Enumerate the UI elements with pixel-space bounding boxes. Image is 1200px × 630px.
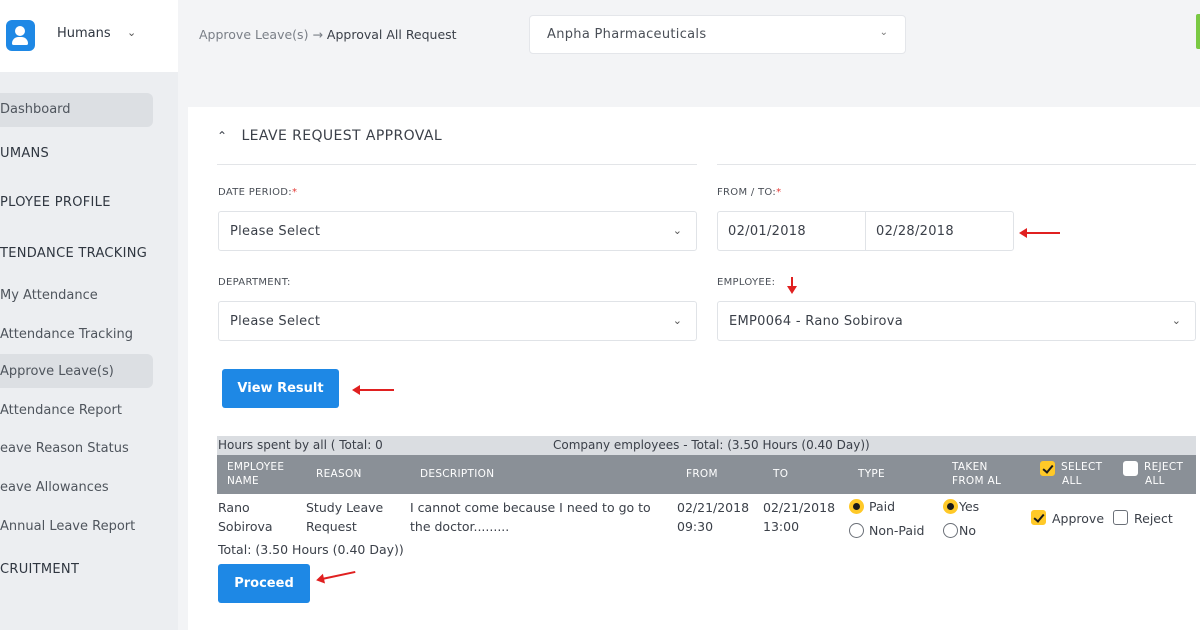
sidebar-item-approve-leaves[interactable]: Approve Leave(s) xyxy=(0,364,114,379)
employee-label: EMPLOYEE: xyxy=(717,277,776,288)
sidebar-item-attendance-tracking[interactable]: Attendance Tracking xyxy=(0,327,133,342)
select-all-checkbox[interactable] xyxy=(1040,461,1055,476)
department-label: DEPARTMENT: xyxy=(218,277,291,288)
sidebar-item-leave-reason-status[interactable]: eave Reason Status xyxy=(0,441,129,456)
annotation-arrow xyxy=(1019,228,1060,238)
header-reason: REASON xyxy=(316,468,362,480)
header-employee-name: EMPLOYEE NAME xyxy=(227,461,285,487)
cell-to: 02/21/2018 13:00 xyxy=(763,500,836,534)
from-to-label: FROM / TO:* xyxy=(717,187,782,198)
header-select-all: SELECT ALL xyxy=(1061,461,1103,487)
hours-total-all: Hours spent by all ( Total: 0 xyxy=(218,438,383,452)
company-select[interactable]: Anpha Pharmaceuticals ⌄ xyxy=(529,15,906,54)
header-description: DESCRIPTION xyxy=(420,468,495,480)
header-type: TYPE xyxy=(858,468,885,480)
department-select[interactable]: Please Select ⌄ xyxy=(218,301,697,341)
employee-value: EMP0064 - Rano Sobirova xyxy=(729,314,903,329)
type-paid-radio[interactable] xyxy=(849,499,864,514)
employee-select[interactable]: EMP0064 - Rano Sobirova ⌄ xyxy=(717,301,1196,341)
sidebar-section-humans[interactable]: UMANS xyxy=(0,146,49,161)
taken-no-radio[interactable] xyxy=(943,523,958,538)
chevron-down-icon: ⌄ xyxy=(672,224,682,237)
cell-from: 02/21/2018 09:30 xyxy=(677,500,750,534)
proceed-button[interactable]: Proceed xyxy=(218,564,310,603)
sidebar-section-recruitment[interactable]: CRUITMENT xyxy=(0,562,79,577)
to-date-input[interactable]: 02/28/2018 xyxy=(865,211,1014,251)
app-name: Humans xyxy=(57,26,111,41)
header-from: FROM xyxy=(686,468,718,480)
reject-all-checkbox[interactable] xyxy=(1123,461,1138,476)
department-value: Please Select xyxy=(230,314,321,329)
cell-employee-name: Rano Sobirova xyxy=(218,500,273,534)
reject-label[interactable]: Reject xyxy=(1134,509,1173,528)
sidebar-item-my-attendance[interactable]: My Attendance xyxy=(0,288,98,303)
chevron-down-icon: ⌄ xyxy=(879,27,888,38)
date-period-select[interactable]: Please Select ⌄ xyxy=(218,211,697,251)
app-switcher[interactable]: Humans ⌄ xyxy=(0,0,178,72)
approve-label[interactable]: Approve xyxy=(1052,509,1104,528)
header-reject-all: REJECT ALL xyxy=(1144,461,1184,487)
header-to: TO xyxy=(773,468,789,480)
view-result-button[interactable]: View Result xyxy=(222,369,339,408)
chevron-down-icon[interactable]: ⌄ xyxy=(127,26,136,39)
breadcrumb: Approve Leave(s) → Approval All Request xyxy=(199,27,457,42)
breadcrumb-current: Approval All Request xyxy=(326,27,457,42)
approve-checkbox[interactable] xyxy=(1031,510,1046,525)
user-profile-icon xyxy=(6,20,35,51)
type-paid-label[interactable]: Paid xyxy=(869,497,895,516)
chevron-down-icon: ⌄ xyxy=(672,314,682,327)
type-non-paid-radio[interactable] xyxy=(849,523,864,538)
cell-description: I cannot come because I need to go to the… xyxy=(410,500,651,534)
chevron-up-icon[interactable]: ⌃ xyxy=(217,129,227,143)
date-period-value: Please Select xyxy=(230,224,321,239)
type-non-paid-label[interactable]: Non-Paid xyxy=(869,521,924,540)
breadcrumb-separator: → xyxy=(312,27,323,42)
chevron-down-icon: ⌄ xyxy=(1171,314,1181,327)
date-period-label: DATE PERIOD:* xyxy=(218,187,298,198)
sidebar-section-attendance-tracking[interactable]: TENDANCE TRACKING xyxy=(0,246,147,261)
sidebar-item-attendance-report[interactable]: Attendance Report xyxy=(0,403,122,418)
taken-yes-label[interactable]: Yes xyxy=(959,497,979,516)
divider xyxy=(217,164,697,165)
breadcrumb-parent[interactable]: Approve Leave(s) xyxy=(199,27,308,42)
company-select-value: Anpha Pharmaceuticals xyxy=(547,27,707,42)
divider xyxy=(717,164,1196,165)
from-date-value: 02/01/2018 xyxy=(728,224,806,239)
cell-reason: Study Leave Request xyxy=(306,500,384,534)
table-total: Total: (3.50 Hours (0.40 Day)) xyxy=(218,542,404,557)
sidebar-item-dashboard[interactable]: Dashboard xyxy=(0,102,71,117)
card-title: LEAVE REQUEST APPROVAL xyxy=(241,128,443,144)
sidebar-item-annual-leave-report[interactable]: Annual Leave Report xyxy=(0,519,135,534)
sidebar-section-employee-profile[interactable]: PLOYEE PROFILE xyxy=(0,195,111,210)
taken-yes-radio[interactable] xyxy=(943,499,958,514)
action-button-edge[interactable] xyxy=(1196,14,1200,49)
card-header[interactable]: ⌃ LEAVE REQUEST APPROVAL xyxy=(217,128,442,144)
taken-no-label[interactable]: No xyxy=(959,521,976,540)
company-total: Company employees - Total: (3.50 Hours (… xyxy=(553,438,870,452)
annotation-arrow xyxy=(352,385,394,395)
summary-bar: Hours spent by all ( Total: 0 Company em… xyxy=(217,436,1196,455)
table-header: EMPLOYEE NAME REASON DESCRIPTION FROM TO … xyxy=(217,455,1196,494)
reject-checkbox[interactable] xyxy=(1113,510,1128,525)
to-date-value: 02/28/2018 xyxy=(876,224,954,239)
sidebar-item-leave-allowances[interactable]: eave Allowances xyxy=(0,480,109,495)
header-taken-from-al: TAKEN FROM AL xyxy=(952,461,1002,487)
from-date-input[interactable]: 02/01/2018 xyxy=(717,211,866,251)
annotation-arrow xyxy=(787,277,797,294)
